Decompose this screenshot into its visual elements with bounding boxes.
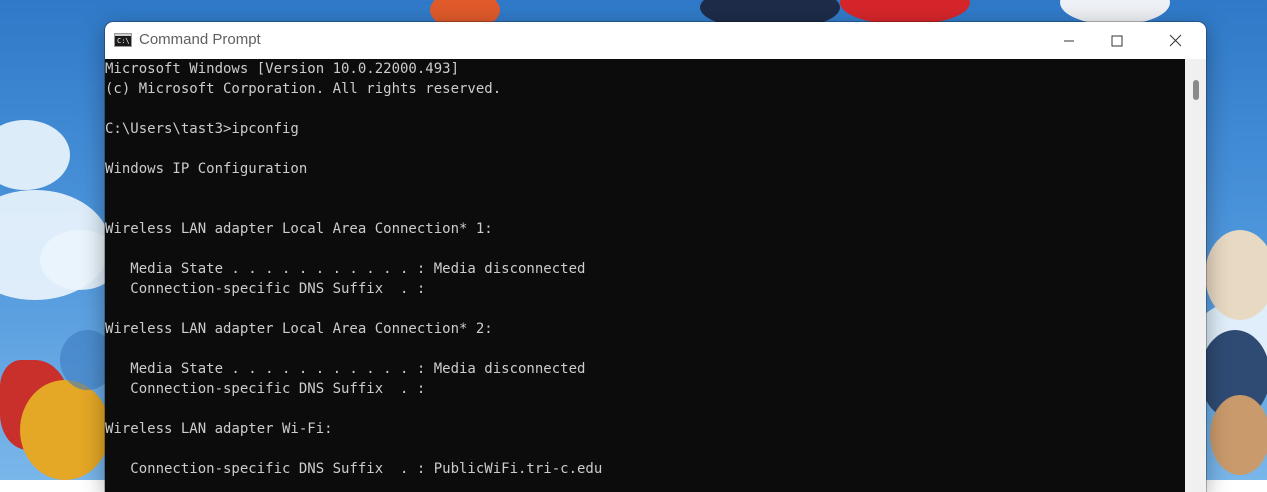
wallpaper-cloud bbox=[0, 120, 70, 190]
command-prompt-window[interactable]: C:\ Command Prompt Microsoft Windows [Ve… bbox=[105, 22, 1206, 492]
console-line: Media State . . . . . . . . . . . : Medi… bbox=[105, 361, 586, 377]
maximize-button[interactable] bbox=[1094, 22, 1140, 59]
console-line: Media State . . . . . . . . . . . : Medi… bbox=[105, 261, 586, 277]
title-bar[interactable]: C:\ Command Prompt bbox=[105, 22, 1206, 59]
scrollbar-thumb[interactable] bbox=[1193, 80, 1199, 100]
close-button[interactable] bbox=[1152, 22, 1198, 59]
cmd-icon-bar bbox=[115, 34, 131, 36]
window-title: Command Prompt bbox=[139, 31, 261, 48]
maximize-icon bbox=[1111, 35, 1123, 46]
cmd-icon: C:\ bbox=[114, 33, 132, 47]
console-line: Microsoft Windows [Version 10.0.22000.49… bbox=[105, 61, 460, 77]
console-line: Connection-specific DNS Suffix . : bbox=[105, 381, 426, 397]
wallpaper-yellow-foliage bbox=[20, 380, 110, 480]
console-line: Wireless LAN adapter Wi-Fi: bbox=[105, 421, 333, 437]
cmd-icon-glyph: C:\ bbox=[117, 37, 130, 45]
minimize-icon bbox=[1064, 40, 1074, 41]
close-icon bbox=[1169, 34, 1181, 47]
console-line: C:\Users\tast3>ipconfig bbox=[105, 121, 299, 137]
console-output[interactable]: Microsoft Windows [Version 10.0.22000.49… bbox=[105, 59, 1185, 492]
console-line: Windows IP Configuration bbox=[105, 161, 308, 177]
console-line: (c) Microsoft Corporation. All rights re… bbox=[105, 81, 502, 97]
wallpaper-beige-shape bbox=[1205, 230, 1267, 320]
console-line: Connection-specific DNS Suffix . : bbox=[105, 281, 426, 297]
minimize-button[interactable] bbox=[1046, 22, 1092, 59]
console-line: Wireless LAN adapter Local Area Connecti… bbox=[105, 321, 493, 337]
vertical-scrollbar[interactable] bbox=[1185, 59, 1206, 492]
console-line: Wireless LAN adapter Local Area Connecti… bbox=[105, 221, 493, 237]
wallpaper-tan-shape bbox=[1210, 395, 1267, 475]
console-line: Connection-specific DNS Suffix . : Publi… bbox=[105, 461, 603, 477]
